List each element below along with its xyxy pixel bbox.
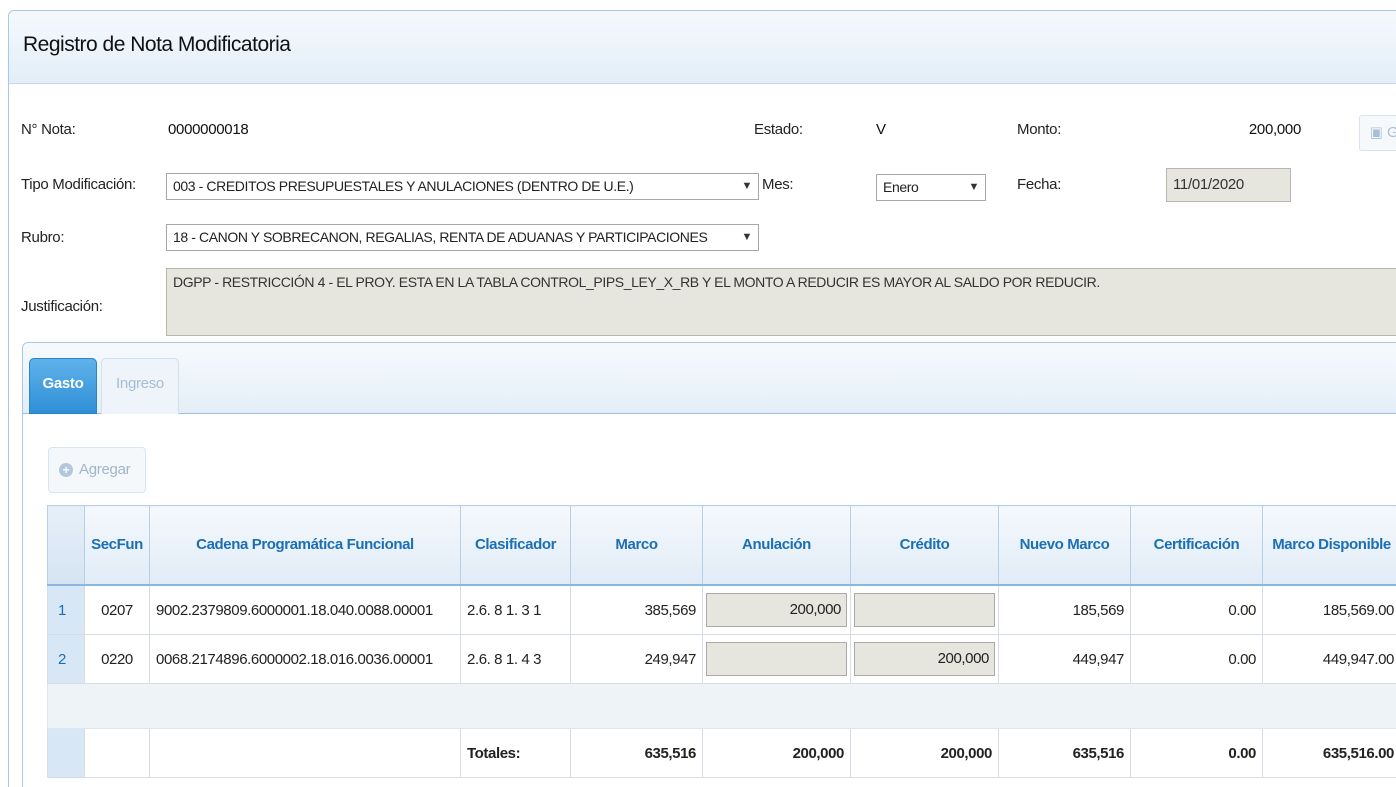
anulacion-input[interactable]: 200,000 bbox=[706, 593, 847, 627]
total-marco-disponible: 635,516.00 bbox=[1262, 728, 1396, 778]
window-titlebar: Registro de Nota Modificatoria bbox=[9, 11, 1396, 84]
tipo-modificacion-label: Tipo Modificación: bbox=[21, 176, 136, 193]
total-nuevo-marco: 635,516 bbox=[998, 728, 1131, 778]
tab-strip: Gasto Ingreso bbox=[23, 343, 1396, 414]
chevron-down-icon: ▼ bbox=[741, 231, 753, 243]
row-number: 2 bbox=[47, 634, 85, 684]
header-nuevo-marco[interactable]: Nuevo Marco bbox=[998, 505, 1131, 586]
header-anulacion[interactable]: Anulación bbox=[702, 505, 851, 586]
cell-secfun: 0207 bbox=[84, 584, 150, 635]
nota-label: N° Nota: bbox=[21, 121, 76, 138]
agregar-button-label: Agregar bbox=[79, 461, 131, 478]
cell-cadena bbox=[149, 728, 461, 778]
monto-value: 200,000 bbox=[1248, 121, 1301, 138]
monto-label: Monto: bbox=[1017, 121, 1062, 138]
total-credito: 200,000 bbox=[850, 728, 999, 778]
cell-secfun: 0220 bbox=[84, 634, 150, 684]
credito-input[interactable] bbox=[854, 593, 995, 627]
chevron-down-icon: ▼ bbox=[741, 180, 753, 192]
header-credito[interactable]: Crédito bbox=[850, 505, 999, 586]
mes-value: Enero bbox=[883, 179, 919, 195]
justificacion-textarea[interactable]: DGPP - RESTRICCIÓN 4 - EL PROY. ESTA EN … bbox=[166, 268, 1396, 336]
plus-circle-icon: + bbox=[59, 463, 73, 477]
cell-nuevo-marco: 449,947 bbox=[998, 634, 1131, 684]
rubro-label: Rubro: bbox=[21, 229, 65, 246]
cell-marco: 249,947 bbox=[570, 634, 703, 684]
tipo-modificacion-value: 003 - CREDITOS PRESUPUESTALES Y ANULACIO… bbox=[173, 178, 634, 194]
table-row[interactable]: 2 0220 0068.2174896.6000002.18.016.0036.… bbox=[47, 634, 1396, 684]
estado-label: Estado: bbox=[754, 121, 803, 138]
table-row[interactable]: 1 0207 9002.2379809.6000001.18.040.0088.… bbox=[47, 584, 1396, 635]
cell-marco-disponible: 449,947.00 bbox=[1262, 634, 1396, 684]
cell-marco: 385,569 bbox=[570, 584, 703, 635]
cell-certificacion: 0.00 bbox=[1130, 634, 1263, 684]
table-header-row: SecFun Cadena Programática Funcional Cla… bbox=[47, 505, 1396, 586]
header-certificacion[interactable]: Certificación bbox=[1130, 505, 1263, 586]
grabar-button-label: Gra bbox=[1387, 124, 1396, 141]
row-number-header bbox=[47, 505, 85, 586]
fecha-label: Fecha: bbox=[1017, 176, 1062, 193]
header-marco[interactable]: Marco bbox=[570, 505, 703, 586]
page: Registro de Nota Modificatoria N° Nota: … bbox=[0, 0, 1396, 787]
tipo-modificacion-select[interactable]: 003 - CREDITOS PRESUPUESTALES Y ANULACIO… bbox=[166, 173, 759, 200]
nota-value: 0000000018 bbox=[168, 121, 249, 138]
tab-panel: Gasto Ingreso + Agregar SecFun Cadena Pr… bbox=[22, 342, 1396, 787]
tab-ingreso[interactable]: Ingreso bbox=[101, 358, 179, 414]
cell-certificacion: 0.00 bbox=[1130, 584, 1263, 635]
empty-row-cell bbox=[47, 683, 1396, 729]
totals-row: Totales: 635,516 200,000 200,000 635,516… bbox=[47, 728, 1396, 778]
cell-credito bbox=[850, 584, 999, 635]
table-row-empty bbox=[47, 683, 1396, 729]
fecha-field[interactable]: 11/01/2020 bbox=[1166, 168, 1291, 202]
cell-clasificador: 2.6. 8 1. 4 3 bbox=[460, 634, 571, 684]
grabar-button[interactable]: ▣ Gra bbox=[1359, 115, 1396, 151]
mes-select[interactable]: Enero ▼ bbox=[876, 174, 986, 201]
header-clasificador[interactable]: Clasificador bbox=[460, 505, 571, 586]
cell-anulacion: 200,000 bbox=[702, 584, 851, 635]
cell-anulacion bbox=[702, 634, 851, 684]
chevron-down-icon: ▼ bbox=[968, 181, 980, 193]
header-marco-disponible[interactable]: Marco Disponible bbox=[1262, 505, 1396, 586]
row-number bbox=[47, 728, 85, 778]
detalle-table: SecFun Cadena Programática Funcional Cla… bbox=[47, 505, 1396, 778]
row-number: 1 bbox=[47, 584, 85, 635]
rubro-value: 18 - CANON Y SOBRECANON, REGALIAS, RENTA… bbox=[173, 229, 708, 245]
tab-gasto[interactable]: Gasto bbox=[29, 358, 97, 414]
cell-credito: 200,000 bbox=[850, 634, 999, 684]
agregar-button[interactable]: + Agregar bbox=[48, 447, 146, 493]
cell-nuevo-marco: 185,569 bbox=[998, 584, 1131, 635]
cell-marco-disponible: 185,569.00 bbox=[1262, 584, 1396, 635]
header-secfun[interactable]: SecFun bbox=[84, 505, 150, 586]
header-cadena[interactable]: Cadena Programática Funcional bbox=[149, 505, 461, 586]
rubro-select[interactable]: 18 - CANON Y SOBRECANON, REGALIAS, RENTA… bbox=[166, 224, 759, 251]
mes-label: Mes: bbox=[762, 176, 794, 193]
total-certificacion: 0.00 bbox=[1130, 728, 1263, 778]
anulacion-input[interactable] bbox=[706, 642, 847, 676]
save-icon: ▣ bbox=[1370, 124, 1383, 141]
cell-clasificador: 2.6. 8 1. 3 1 bbox=[460, 584, 571, 635]
cell-cadena: 0068.2174896.6000002.18.016.0036.00001 bbox=[149, 634, 461, 684]
credito-input[interactable]: 200,000 bbox=[854, 642, 995, 676]
estado-value: V bbox=[876, 121, 886, 138]
total-anulacion: 200,000 bbox=[702, 728, 851, 778]
cell-secfun bbox=[84, 728, 150, 778]
cell-cadena: 9002.2379809.6000001.18.040.0088.00001 bbox=[149, 584, 461, 635]
total-marco: 635,516 bbox=[570, 728, 703, 778]
window-title: Registro de Nota Modificatoria bbox=[23, 33, 291, 56]
totals-label: Totales: bbox=[460, 728, 571, 778]
justificacion-label: Justificación: bbox=[21, 298, 103, 315]
